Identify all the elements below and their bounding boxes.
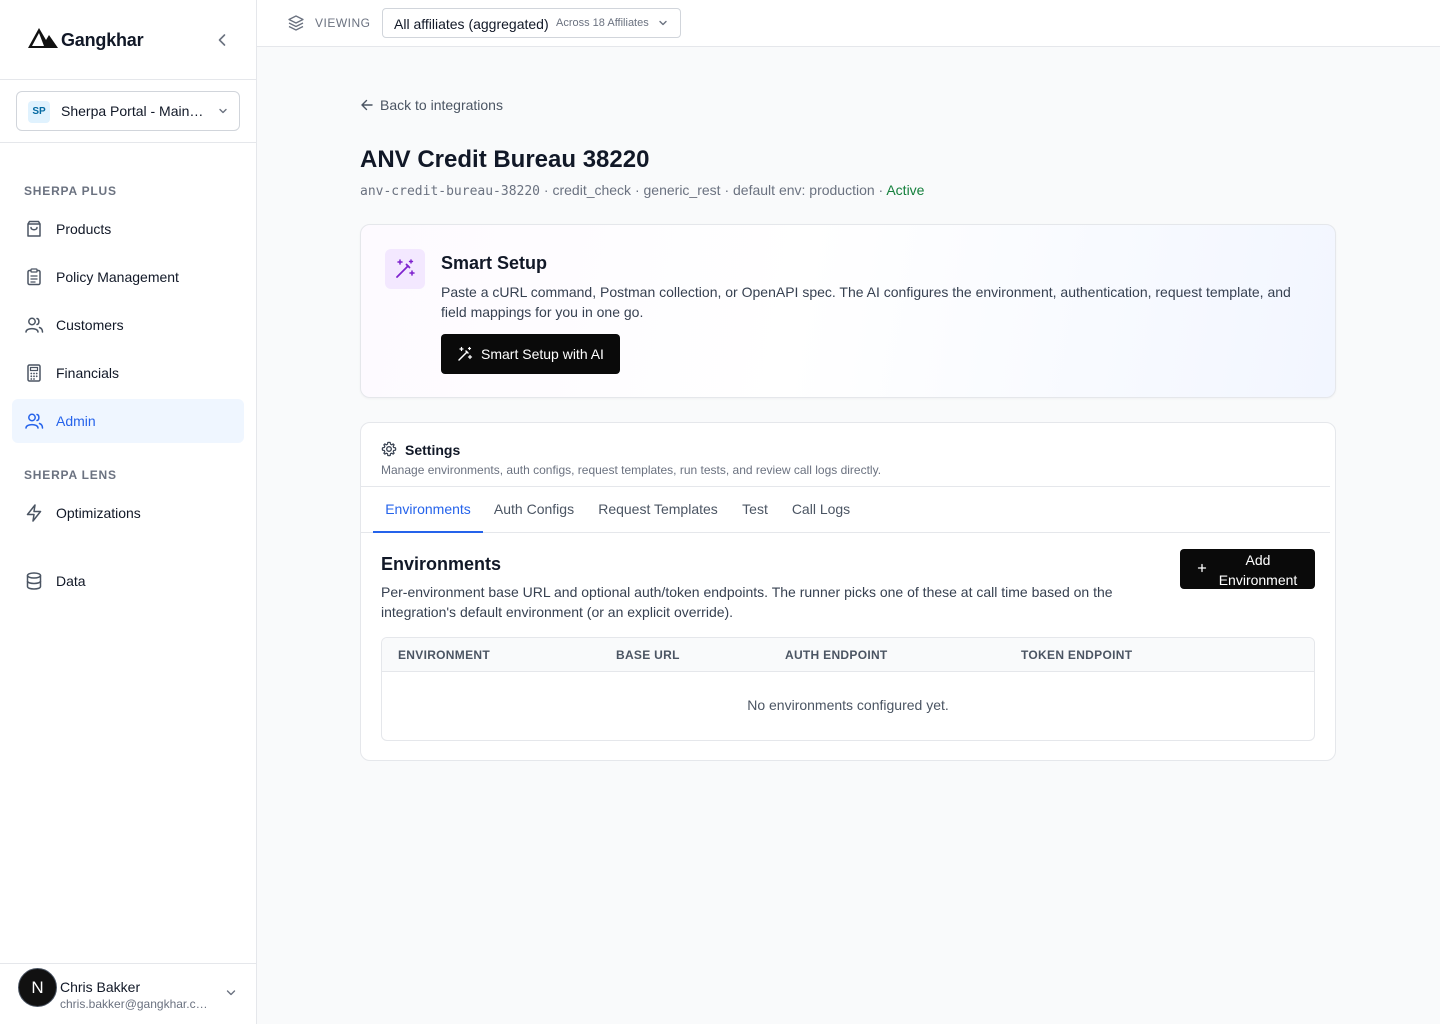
collapse-sidebar-button[interactable] [212,30,232,50]
users-icon [24,315,44,335]
environments-title: Environments [381,554,502,574]
tab-request-templates[interactable]: Request Templates [593,486,723,533]
magic-wand-icon [396,259,415,278]
affiliate-value: All affiliates (aggregated) [394,16,549,32]
smart-setup-button[interactable]: Smart Setup with AI [441,334,620,374]
sidebar-item-admin[interactable]: Admin [12,399,244,443]
sidebar-item-label: Financials [56,365,120,381]
meta-separator: · [631,182,644,198]
smart-setup-card: Smart Setup Paste a cURL command, Postma… [360,224,1336,398]
portal-switcher[interactable]: SP Sherpa Portal - Main… [16,91,240,131]
add-environment-button[interactable]: Add Environment [1180,549,1315,589]
brand-name: Gangkhar [61,30,144,50]
chevron-left-icon [218,34,226,46]
database-icon [24,571,44,591]
calculator-icon [24,363,44,383]
settings-description: Manage environments, auth configs, reque… [381,463,882,477]
column-header-token-endpoint: TOKEN ENDPOINT [1021,648,1133,662]
sidebar-item-optimizations[interactable]: Optimizations [12,491,244,535]
back-link-label: Back to integrations [380,97,503,113]
add-environment-label: Add Environment [1218,552,1298,588]
sidebar: Gangkhar SP Sherpa Portal - Main… SHERPA… [0,0,257,1024]
page-title: ANV Credit Bureau 38220 [360,146,650,173]
environments-description: Per-environment base URL and optional au… [381,584,1113,620]
users-icon [24,411,44,431]
tab-test[interactable]: Test [735,486,775,533]
sidebar-item-label: Optimizations [56,505,141,521]
sidebar-item-label: Admin [56,413,96,429]
top-bar: VIEWING All affiliates (aggregated) Acro… [257,0,1440,47]
meta-separator: · [874,182,887,198]
brand-logo-icon [28,28,58,48]
tab-environments[interactable]: Environments [373,486,483,533]
section-label-sherpa-lens: SHERPA LENS [24,468,117,482]
sidebar-item-label: Customers [56,317,124,333]
column-header-auth-endpoint: AUTH ENDPOINT [785,648,888,662]
integration-meta: anv-credit-bureau-38220 · credit_check ·… [360,182,924,199]
sidebar-item-label: Policy Management [56,269,179,285]
arrow-left-icon [360,98,374,112]
affiliate-select[interactable]: All affiliates (aggregated) Across 18 Af… [382,8,681,38]
sidebar-item-data[interactable]: Data [12,559,244,603]
status-badge: Active [886,182,925,198]
environments-table: ENVIRONMENT BASE URL AUTH ENDPOINT TOKEN… [381,637,1315,741]
integration-adapter: generic_rest [643,182,721,198]
sidebar-item-policy-management[interactable]: Policy Management [12,255,244,299]
magic-wand-icon [458,346,473,361]
affiliate-count: Across 18 Affiliates [556,17,649,29]
tab-call-logs[interactable]: Call Logs [787,486,855,533]
column-header-base-url: BASE URL [616,648,680,662]
clipboard-icon [24,267,44,287]
layers-icon [287,14,305,32]
smart-setup-title: Smart Setup [441,253,548,273]
smart-setup-icon-box [385,249,425,289]
user-name: Chris Bakker [60,979,141,995]
user-menu[interactable]: N Chris Bakker chris.bakker@gangkhar.c… [0,963,256,1024]
portal-switcher-wrap: SP Sherpa Portal - Main… [0,80,256,143]
table-header: ENVIRONMENT BASE URL AUTH ENDPOINT TOKEN… [382,638,1314,672]
settings-card: Settings Manage environments, auth confi… [360,422,1336,761]
avatar: N [18,968,57,1007]
integration-slug: anv-credit-bureau-38220 [360,184,541,199]
smart-setup-description: Paste a cURL command, Postman collection… [441,284,1291,320]
viewing-label: VIEWING [315,16,371,30]
sidebar-item-financials[interactable]: Financials [12,351,244,395]
integration-default-env: default env: production [733,182,875,198]
shopping-bag-icon [24,219,44,239]
integration-type: credit_check [552,182,632,198]
sidebar-item-customers[interactable]: Customers [12,303,244,347]
chevron-down-icon [657,17,669,29]
chevron-down-icon[interactable] [224,986,238,1000]
meta-separator: · [540,182,553,198]
brand-header: Gangkhar [0,0,256,80]
gear-icon [381,441,397,457]
chevron-down-icon [217,105,229,117]
portal-badge: SP [28,101,50,123]
meta-separator: · [720,182,734,198]
user-email: chris.bakker@gangkhar.c… [60,997,208,1011]
sidebar-item-label: Products [56,221,112,237]
tab-auth-configs[interactable]: Auth Configs [487,486,581,533]
smart-setup-button-label: Smart Setup with AI [481,346,604,362]
sidebar-item-label: Data [56,573,86,589]
lightning-icon [24,503,44,523]
empty-state-message: No environments configured yet. [747,697,949,713]
section-label-sherpa-plus: SHERPA PLUS [24,184,117,198]
plus-icon [1195,561,1209,575]
column-header-environment: ENVIRONMENT [398,648,490,662]
portal-name: Sherpa Portal - Main… [61,103,204,119]
sidebar-item-products[interactable]: Products [12,207,244,251]
settings-title: Settings [405,442,461,458]
